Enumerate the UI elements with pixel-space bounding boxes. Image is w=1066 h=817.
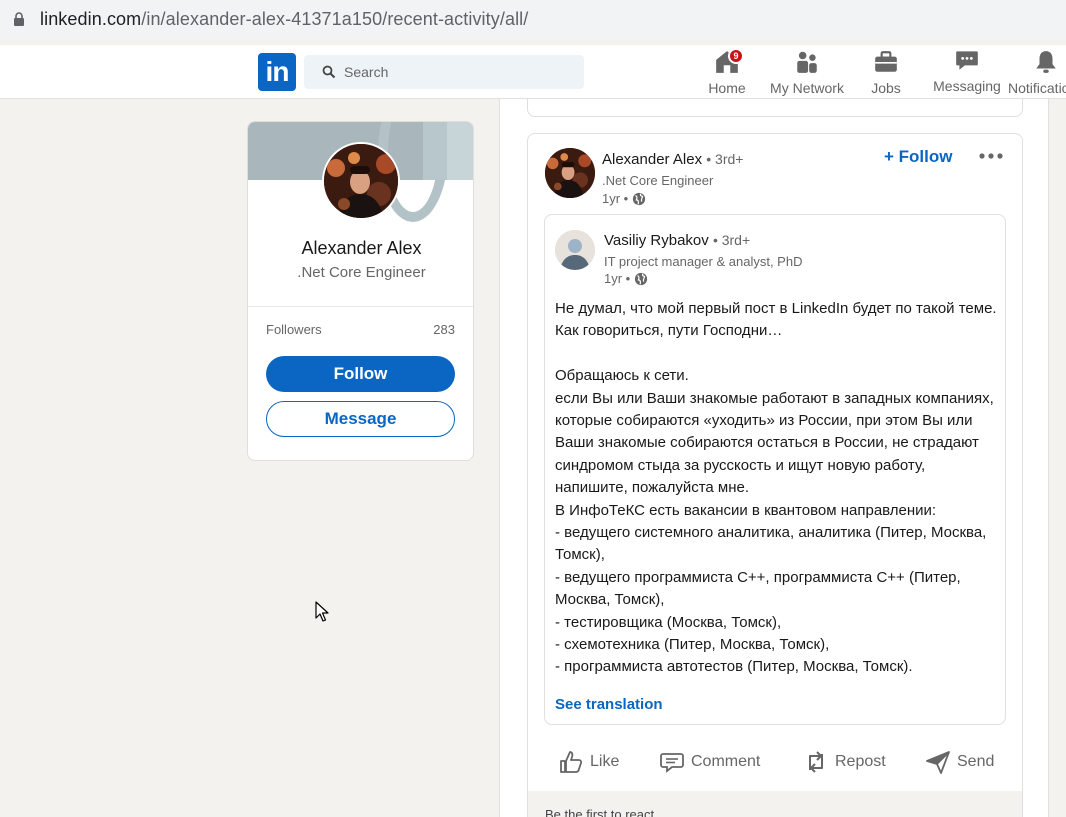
nav-home-label: Home: [708, 80, 746, 96]
nav-my-network-label: My Network: [770, 80, 844, 96]
reactions-text: Be the first to react: [545, 807, 655, 817]
repost-label: Repost: [835, 753, 886, 770]
network-icon: [797, 51, 817, 73]
notification-badge: 9: [728, 48, 744, 64]
banner-stripe: [447, 122, 473, 180]
shared-post-time: 1yr •: [604, 271, 631, 286]
post-paragraph: если Вы или Ваши знакомые работают в зап…: [555, 388, 1000, 500]
comment-icon: [660, 753, 684, 773]
mouse-cursor-icon: [315, 601, 329, 622]
nav-home[interactable]: 9 Home: [700, 48, 754, 97]
bell-icon: [1036, 51, 1056, 73]
post-author-avatar[interactable]: [545, 148, 595, 198]
send-icon: [926, 751, 950, 774]
nav-notifications[interactable]: Notifications: [1008, 49, 1066, 97]
profile-avatar[interactable]: [322, 142, 400, 220]
url-text[interactable]: linkedin.com/in/alexander-alex-41371a150…: [40, 9, 528, 30]
message-button[interactable]: Message: [266, 401, 455, 437]
like-button[interactable]: Like: [558, 742, 619, 782]
reactions-bar: Be the first to react: [528, 791, 1022, 817]
previous-post-card: [527, 99, 1023, 117]
avatar-photo: [545, 148, 595, 198]
search-icon: [322, 65, 336, 79]
vacancy-item: - ведущего программиста С++, программист…: [555, 568, 961, 609]
url-path: /in/alexander-alex-41371a150/recent-acti…: [141, 9, 529, 29]
vacancy-item: - схемотехника (Питер, Москва, Томск),: [555, 636, 830, 654]
repost-icon: [809, 751, 823, 773]
post-time: 1yr •: [602, 191, 629, 206]
send-label: Send: [957, 753, 995, 770]
nav-notifications-label: Notifications: [1008, 80, 1066, 96]
social-actions: Like Comment Repost Send: [528, 742, 1024, 782]
shared-author-avatar[interactable]: [555, 230, 595, 270]
nav-messaging-label: Messaging: [933, 78, 1001, 94]
globe-icon: [633, 192, 646, 205]
shared-post: Vasiliy Rybakov • 3rd+ IT project manage…: [544, 214, 1006, 725]
repost-button[interactable]: Repost: [803, 742, 886, 782]
shared-author-headline: IT project manager & analyst, PhD: [604, 254, 803, 269]
banner-stripe: [423, 122, 447, 180]
followers-label: Followers: [266, 322, 322, 337]
profile-card: Alexander Alex .Net Core Engineer Follow…: [247, 121, 474, 461]
comment-label: Comment: [691, 753, 761, 770]
nav-jobs-label: Jobs: [871, 80, 901, 96]
browser-address-bar[interactable]: linkedin.com/in/alexander-alex-41371a150…: [0, 0, 1066, 40]
post-body: Не думал, что мой первый пост в LinkedIn…: [555, 298, 1000, 679]
like-icon: [560, 751, 583, 773]
avatar-photo: [324, 144, 398, 218]
connection-degree: • 3rd+: [706, 151, 744, 167]
linkedin-logo[interactable]: in: [258, 53, 296, 91]
profile-headline: .Net Core Engineer: [297, 264, 426, 281]
post-author-headline: .Net Core Engineer: [602, 173, 714, 188]
search-input[interactable]: [344, 55, 574, 89]
post-paragraph: Обращаюсь к сети.: [555, 367, 689, 385]
default-avatar-icon: [555, 230, 595, 270]
more-options-icon[interactable]: [976, 144, 1006, 168]
post-paragraph: В ИнфоТеКС есть вакансии в квантовом нап…: [555, 501, 937, 519]
post-author[interactable]: Alexander Alex • 3rd+: [602, 151, 743, 168]
see-translation-link[interactable]: See translation: [555, 696, 663, 713]
globe-icon: [635, 272, 648, 285]
search-box[interactable]: [304, 55, 584, 89]
divider: [248, 306, 473, 307]
global-nav: in 9 Home My Network Jobs M: [0, 45, 1066, 99]
nav-messaging[interactable]: Messaging: [931, 47, 1003, 95]
nav-my-network[interactable]: My Network: [767, 49, 847, 97]
nav-jobs[interactable]: Jobs: [859, 49, 913, 97]
messaging-icon: [956, 51, 978, 70]
connection-degree: • 3rd+: [712, 232, 751, 248]
post-meta: 1yr •: [602, 191, 646, 206]
followers-count: 283: [433, 322, 455, 337]
send-button[interactable]: Send: [925, 742, 994, 782]
like-label: Like: [590, 753, 620, 770]
url-host: linkedin.com: [40, 9, 142, 29]
briefcase-icon: [875, 51, 897, 72]
shared-post-meta: 1yr •: [604, 271, 648, 286]
profile-name[interactable]: Alexander Alex: [248, 238, 473, 259]
vacancy-item: - программиста автотестов (Питер, Москва…: [555, 658, 913, 676]
post-paragraph: Не думал, что мой первый пост в LinkedIn…: [555, 300, 997, 340]
post-follow-button[interactable]: + Follow: [884, 147, 952, 167]
vacancy-item: - тестировщика (Москва, Томск),: [555, 613, 782, 631]
shared-author[interactable]: Vasiliy Rybakov • 3rd+: [604, 232, 750, 249]
lock-icon: [14, 12, 24, 26]
post-card: Alexander Alex • 3rd+ .Net Core Engineer…: [527, 133, 1023, 817]
shared-author-name[interactable]: Vasiliy Rybakov: [604, 232, 709, 249]
follow-button[interactable]: Follow: [266, 356, 455, 392]
comment-button[interactable]: Comment: [659, 742, 760, 782]
post-author-name[interactable]: Alexander Alex: [602, 151, 702, 168]
vacancy-item: - ведущего системного аналитика, аналити…: [555, 524, 987, 564]
